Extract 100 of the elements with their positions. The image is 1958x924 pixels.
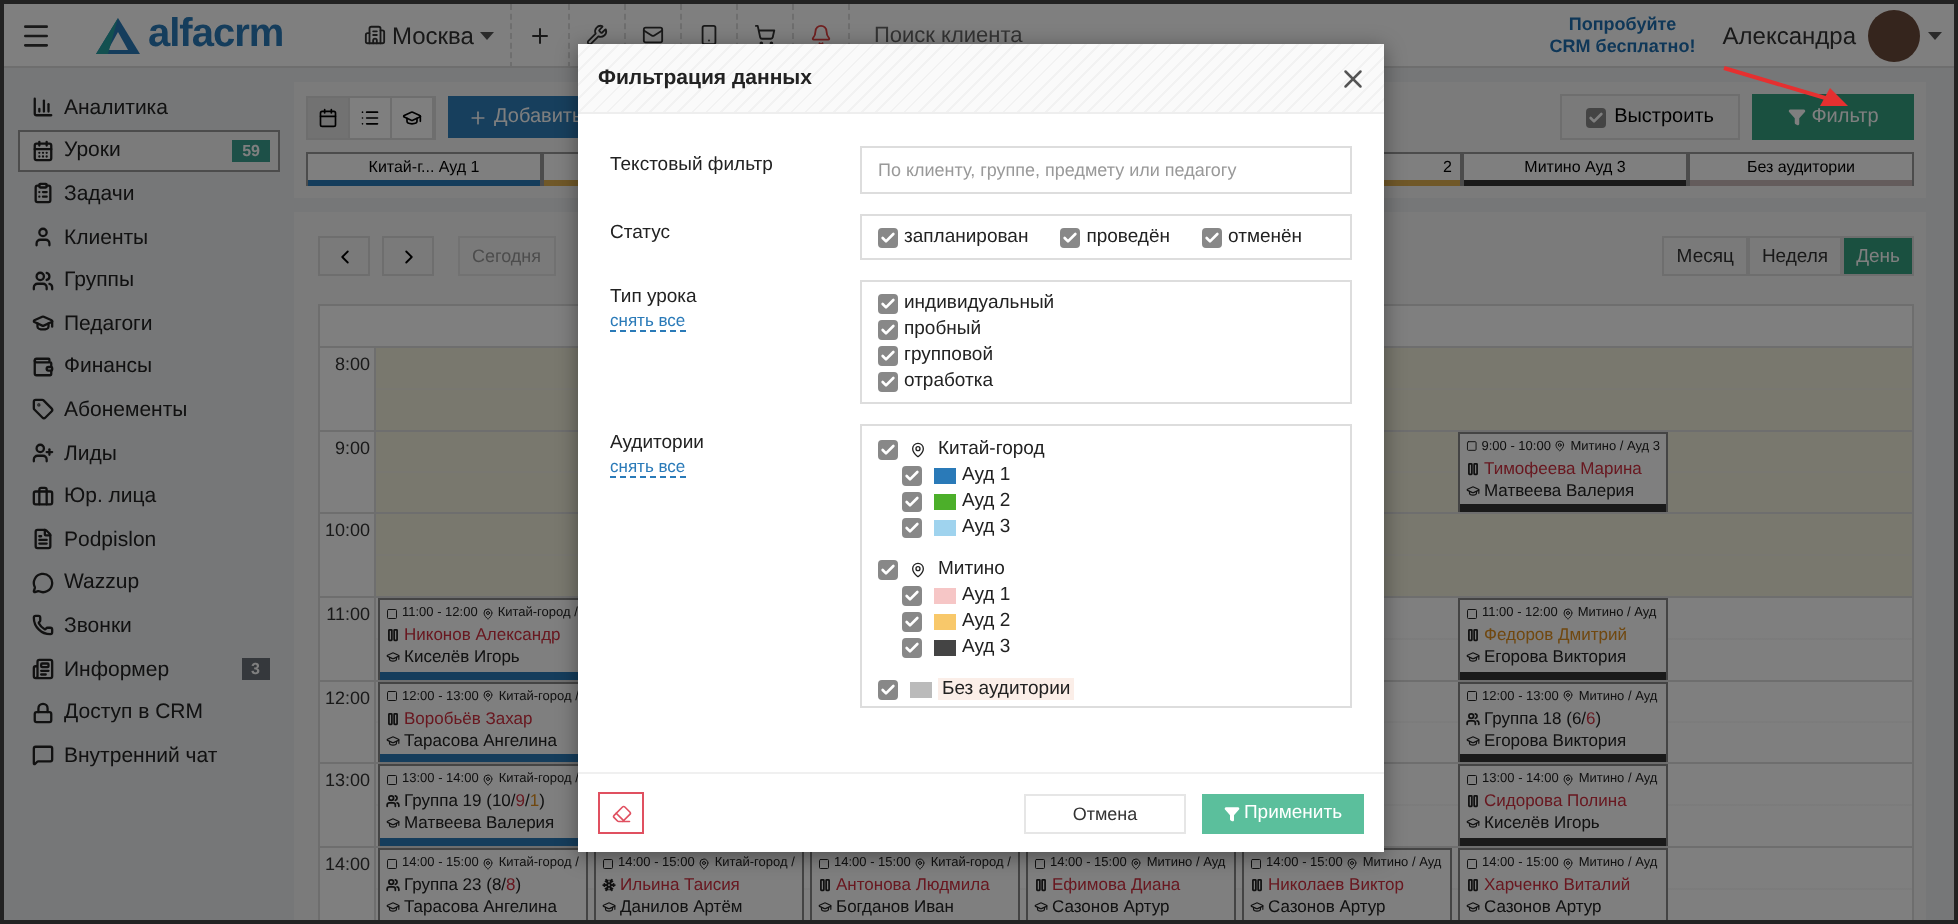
pin-icon <box>910 561 926 577</box>
checkbox[interactable] <box>878 319 898 339</box>
sidebar-item[interactable]: Педагоги <box>18 301 280 346</box>
clear-all-link[interactable]: снять все <box>610 310 686 332</box>
sidebar-item[interactable]: Wazzup <box>18 561 280 605</box>
building-icon <box>364 24 386 46</box>
pause-icon <box>1466 461 1480 476</box>
lesson-title: Николаев Виктор <box>1250 874 1444 897</box>
arrange-toggle[interactable]: Выстроить <box>1560 94 1740 140</box>
logo[interactable]: alfacrm <box>68 12 348 58</box>
lesson-teacher: Матвеева Валерия <box>386 812 580 835</box>
checkbox[interactable] <box>878 439 898 459</box>
checkbox[interactable] <box>902 637 922 657</box>
checkbox-icon <box>1586 107 1607 127</box>
checkbox[interactable] <box>902 611 922 631</box>
checkbox[interactable] <box>878 371 898 391</box>
pin-icon <box>481 607 494 620</box>
checkbox[interactable] <box>1060 227 1081 247</box>
chart-icon <box>32 96 54 119</box>
checkbox[interactable] <box>878 227 898 247</box>
branch-dropdown[interactable]: Москва <box>348 4 512 67</box>
people-icon <box>32 269 54 292</box>
avatar[interactable] <box>1868 9 1920 61</box>
branch-label: Китай-город <box>938 438 1045 460</box>
checkbox[interactable] <box>878 293 898 313</box>
checkbox[interactable] <box>878 559 898 579</box>
clear-all-link[interactable]: снять все <box>610 456 686 478</box>
calendar-icon <box>32 139 54 162</box>
sidebar-item[interactable]: Юр. лица <box>18 474 280 518</box>
lesson-teacher: Тарасова Ангелина <box>386 896 580 919</box>
apply-button[interactable]: Применить <box>1202 793 1364 833</box>
graduation-cap-icon <box>386 816 400 831</box>
sidebar-item[interactable]: Звонки <box>18 604 280 648</box>
checkbox-icon <box>386 607 398 620</box>
checkbox[interactable] <box>878 679 898 699</box>
pause-icon <box>386 711 400 726</box>
checkbox-icon <box>1034 857 1046 870</box>
count-badge: 59 <box>232 139 270 162</box>
tag-icon <box>32 398 54 421</box>
reset-button[interactable] <box>598 792 644 834</box>
sidebar-item[interactable]: Уроки 59 <box>18 129 280 173</box>
sidebar-item[interactable]: Группы <box>18 258 280 302</box>
calendar-icon <box>318 107 338 127</box>
checkbox-icon <box>1466 773 1478 786</box>
lesson-teacher: Сазонов Артур <box>1250 896 1444 919</box>
checkbox-icon <box>386 857 398 870</box>
sidebar-item[interactable]: Клиенты <box>18 215 280 259</box>
checkbox-icon <box>386 690 398 703</box>
lesson-title: Ильина Таисия <box>602 874 796 897</box>
graduation-cap-icon <box>386 900 400 915</box>
sidebar-item[interactable]: Podpislon <box>18 517 280 562</box>
user-name[interactable]: Александра <box>1722 21 1856 49</box>
branch-label: Митино <box>938 558 1005 580</box>
room-tab[interactable]: Без аудитории <box>1688 152 1914 186</box>
filter-button[interactable]: Фильтр <box>1752 94 1914 140</box>
sidebar-item[interactable]: Доступ в CRM <box>18 690 280 734</box>
checkbox-icon <box>1466 440 1478 453</box>
message-icon <box>32 744 54 767</box>
sidebar-item[interactable]: Аналитика <box>18 86 280 130</box>
view-toggle[interactable] <box>308 97 350 137</box>
checkbox[interactable] <box>878 345 898 365</box>
graduation-cap-icon <box>1466 900 1480 915</box>
sidebar-item[interactable]: Лиды <box>18 431 280 475</box>
pin-icon <box>482 690 495 703</box>
checkbox-icon <box>1250 857 1262 870</box>
sidebar-item[interactable]: Задачи <box>18 172 280 216</box>
filter-icon <box>1223 805 1240 821</box>
checkbox[interactable] <box>902 491 922 511</box>
calendar-view-tab[interactable]: День <box>1842 236 1914 276</box>
option-label: проведён <box>1086 226 1171 248</box>
lesson-teacher: Сазонов Артур <box>1034 896 1228 919</box>
calendar-view-tab[interactable]: Неделя <box>1747 236 1843 276</box>
calendar-view-tab[interactable]: Месяц <box>1662 236 1748 276</box>
pause-icon <box>818 878 832 893</box>
graduation-cap-icon <box>32 312 54 335</box>
pin-icon <box>1562 690 1575 703</box>
checkbox[interactable] <box>1202 227 1223 247</box>
room-label: Ауд 1 <box>962 584 1011 606</box>
checkbox[interactable] <box>902 585 922 605</box>
checkbox[interactable] <box>902 517 922 537</box>
graduation-cap-icon <box>1466 733 1480 748</box>
cancel-button[interactable]: Отмена <box>1024 793 1186 833</box>
room-tab[interactable]: Китай-г... Ауд 1 <box>306 152 542 186</box>
room-tab[interactable]: Митино Ауд 3 <box>1462 152 1688 186</box>
text-filter-field[interactable]: По клиенту, группе, предмету или педагогу <box>860 146 1352 194</box>
sidebar-item[interactable]: Финансы <box>18 345 280 389</box>
lesson-title: Группа 18 (6/6) <box>1466 707 1660 730</box>
sidebar-item[interactable]: Абонементы <box>18 388 280 432</box>
lesson-title: Никонов Александр <box>386 624 580 647</box>
lesson-title: Воробьёв Захар <box>386 707 580 730</box>
promo-link[interactable]: Попробуйте CRM бесплатно! <box>1546 13 1699 57</box>
graduation-cap-icon <box>1466 483 1480 498</box>
eraser-icon <box>611 803 631 823</box>
sidebar-item[interactable]: Информер 3 <box>18 647 280 691</box>
pause-icon <box>1466 878 1480 893</box>
lesson-teacher: Киселёв Игорь <box>1466 812 1660 835</box>
option-label: отменён <box>1228 226 1303 248</box>
checkbox[interactable] <box>902 465 922 485</box>
sidebar-item[interactable]: Внутренний чат <box>18 733 280 777</box>
people-icon <box>386 794 400 809</box>
